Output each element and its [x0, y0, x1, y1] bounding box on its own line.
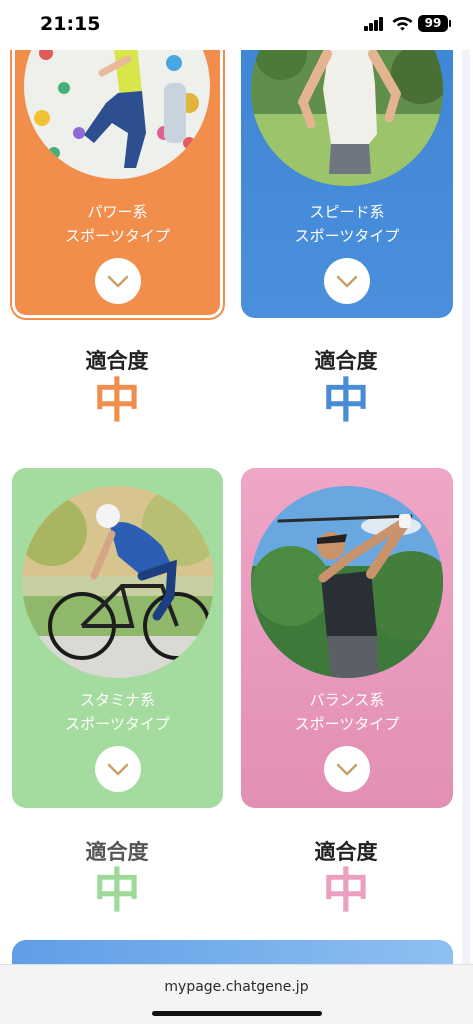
card-speed-type[interactable]: スピード系 スポーツタイプ	[241, 32, 453, 318]
card-stamina-photo	[22, 486, 214, 678]
status-time: 21:15	[40, 13, 101, 35]
fit-heading-balance: 適合度	[314, 840, 378, 864]
fit-value-speed: 中	[322, 374, 370, 429]
card-stamina-label-line2: スポーツタイプ	[65, 715, 170, 733]
card-speed-label: スピード系 スポーツタイプ	[241, 200, 453, 248]
chevron-down-icon	[107, 275, 129, 288]
fit-heading-speed: 適合度	[314, 349, 378, 373]
card-power-label-line2: スポーツタイプ	[65, 227, 170, 245]
card-balance-photo	[251, 486, 443, 678]
battery-icon: 99	[418, 15, 451, 32]
fit-value-stamina: 中	[93, 864, 141, 919]
card-balance-expand-button[interactable]	[324, 746, 370, 792]
chevron-down-icon	[107, 763, 129, 776]
card-power-photo	[24, 35, 210, 179]
chevron-down-icon	[336, 275, 358, 288]
url-text[interactable]: mypage.chatgene.jp	[0, 979, 473, 995]
card-power-expand-button[interactable]	[95, 258, 141, 304]
fit-value-balance: 中	[322, 864, 370, 919]
card-power-label: パワー系 スポーツタイプ	[15, 200, 220, 248]
card-stamina-label: スタミナ系 スポーツタイプ	[12, 688, 223, 736]
card-speed-label-line2: スポーツタイプ	[294, 227, 400, 245]
card-speed-expand-button[interactable]	[324, 258, 370, 304]
fit-value-power: 中	[93, 374, 141, 429]
card-power-label-line1: パワー系	[87, 203, 148, 221]
status-bar: 21:15 99	[0, 0, 473, 50]
card-balance-label-line1: バランス系	[309, 691, 385, 709]
card-stamina-type[interactable]: スタミナ系 スポーツタイプ	[12, 468, 223, 808]
screen: 21:15 99 パワー系 スポーツタイプ スピード系 スポーツタイプ 適合度 …	[0, 0, 473, 1024]
card-balance-label: バランス系 スポーツタイプ	[241, 688, 453, 736]
card-speed-label-line1: スピード系	[309, 203, 385, 221]
card-power-type[interactable]: パワー系 スポーツタイプ	[12, 32, 223, 318]
cellular-signal-icon	[364, 17, 384, 31]
card-speed-photo	[251, 32, 443, 186]
browser-url-bar[interactable]: mypage.chatgene.jp	[0, 964, 473, 1024]
fit-heading-power: 適合度	[85, 349, 149, 373]
card-balance-type[interactable]: バランス系 スポーツタイプ	[241, 468, 453, 808]
card-stamina-expand-button[interactable]	[95, 746, 141, 792]
card-balance-label-line2: スポーツタイプ	[294, 715, 400, 733]
battery-level: 99	[424, 16, 442, 30]
scrollbar[interactable]	[462, 50, 470, 965]
card-stamina-label-line1: スタミナ系	[79, 691, 155, 709]
fit-heading-stamina: 適合度	[85, 840, 149, 864]
wifi-icon	[392, 17, 413, 31]
chevron-down-icon	[336, 763, 358, 776]
home-indicator[interactable]	[152, 1011, 322, 1016]
